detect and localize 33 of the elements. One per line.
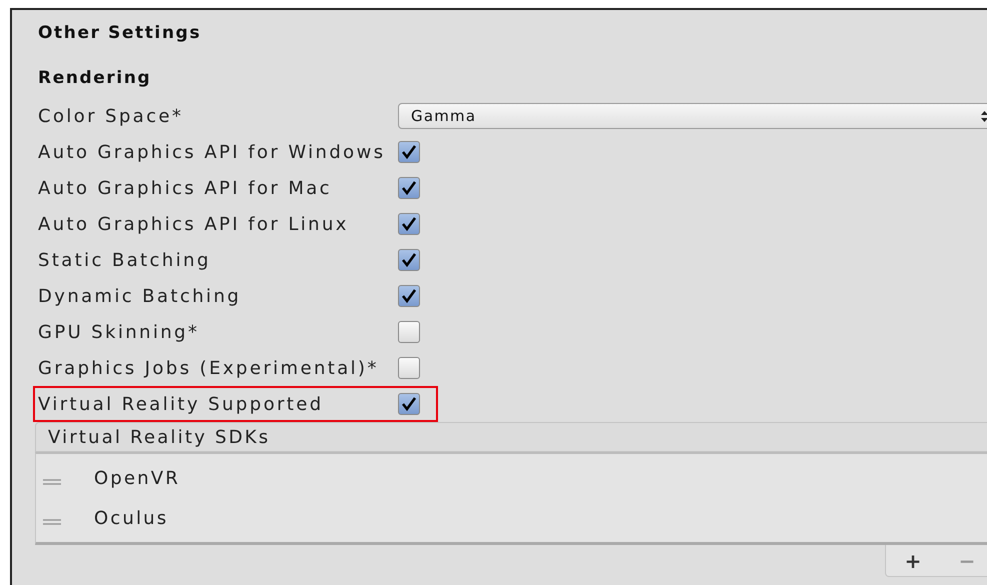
list-item[interactable]: OpenVR <box>94 468 180 488</box>
add-button[interactable]: + <box>900 548 926 572</box>
list-item[interactable]: Oculus <box>94 508 168 528</box>
checkbox[interactable] <box>398 321 420 343</box>
drag-handle-icon[interactable] <box>43 519 61 525</box>
group-title: Rendering <box>38 67 152 89</box>
checkbox[interactable] <box>398 213 420 235</box>
section-title: Other Settings <box>38 22 202 44</box>
setting-label: Auto Graphics API for Linux <box>38 214 350 234</box>
check-icon <box>401 180 417 196</box>
checkbox[interactable] <box>398 177 420 199</box>
color-space-dropdown[interactable]: Gamma <box>398 103 987 129</box>
check-icon <box>401 216 417 232</box>
setting-label: GPU Skinning* <box>38 322 200 342</box>
setting-label: Graphics Jobs (Experimental)* <box>38 358 380 378</box>
drag-handle-icon[interactable] <box>43 479 61 485</box>
checkbox[interactable] <box>398 141 420 163</box>
check-icon <box>401 252 417 268</box>
checkbox[interactable] <box>398 249 420 271</box>
check-icon <box>401 396 417 412</box>
setting-label: Virtual Reality Supported <box>38 394 324 414</box>
updown-arrows-icon <box>981 110 987 122</box>
checkbox[interactable] <box>398 393 420 415</box>
setting-label: Dynamic Batching <box>38 286 242 306</box>
checkbox[interactable] <box>398 357 420 379</box>
checkbox[interactable] <box>398 285 420 307</box>
check-icon <box>401 288 417 304</box>
check-icon <box>401 144 417 160</box>
setting-label: Static Batching <box>38 250 212 270</box>
setting-label: Auto Graphics API for Windows <box>38 142 386 162</box>
list-header: Virtual Reality SDKs <box>35 422 987 452</box>
setting-label: Color Space* <box>38 106 184 126</box>
setting-label: Auto Graphics API for Mac <box>38 178 333 198</box>
